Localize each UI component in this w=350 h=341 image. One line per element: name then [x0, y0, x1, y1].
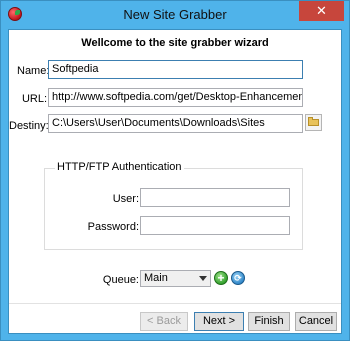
close-button[interactable]: ✕ — [299, 1, 344, 21]
password-field[interactable] — [140, 216, 290, 235]
auth-group-title: HTTP/FTP Authentication — [55, 161, 184, 173]
next-button[interactable]: Next > — [194, 312, 244, 331]
finish-button[interactable]: Finish — [248, 312, 290, 331]
url-label: URL: — [21, 93, 47, 105]
chevron-down-icon — [199, 276, 207, 281]
name-label: Name: — [17, 65, 50, 77]
queue-label: Queue: — [102, 274, 139, 286]
user-field[interactable] — [140, 188, 290, 207]
queue-selected-value: Main — [144, 272, 168, 284]
queue-select[interactable]: Main — [140, 270, 211, 287]
password-label: Password: — [87, 221, 139, 233]
window-title: New Site Grabber — [123, 7, 227, 22]
dialog-window: New Site Grabber ✕ Wellcome to the site … — [0, 0, 350, 341]
folder-icon — [308, 117, 319, 126]
add-queue-button[interactable]: + — [214, 271, 228, 285]
refresh-icon: ⟳ — [234, 273, 242, 283]
back-button[interactable]: < Back — [140, 312, 188, 331]
wizard-heading: Wellcome to the site grabber wizard — [81, 37, 269, 49]
edit-queue-button[interactable]: ⟳ — [231, 271, 245, 285]
browse-folder-button[interactable] — [305, 114, 322, 131]
cancel-button[interactable]: Cancel — [295, 312, 337, 331]
name-field[interactable]: Softpedia — [48, 60, 303, 79]
destiny-label: Destiny: — [9, 120, 49, 132]
plus-icon: + — [217, 271, 225, 285]
url-field[interactable]: http://www.softpedia.com/get/Desktop-Enh… — [48, 88, 303, 107]
footer-divider — [9, 303, 341, 304]
title-bar: New Site Grabber ✕ — [1, 1, 349, 28]
auth-group — [44, 168, 303, 250]
user-label: User: — [112, 193, 139, 205]
wizard-panel: Wellcome to the site grabber wizard Name… — [8, 29, 342, 334]
destiny-field[interactable]: C:\Users\User\Documents\Downloads\Sites — [48, 114, 303, 133]
